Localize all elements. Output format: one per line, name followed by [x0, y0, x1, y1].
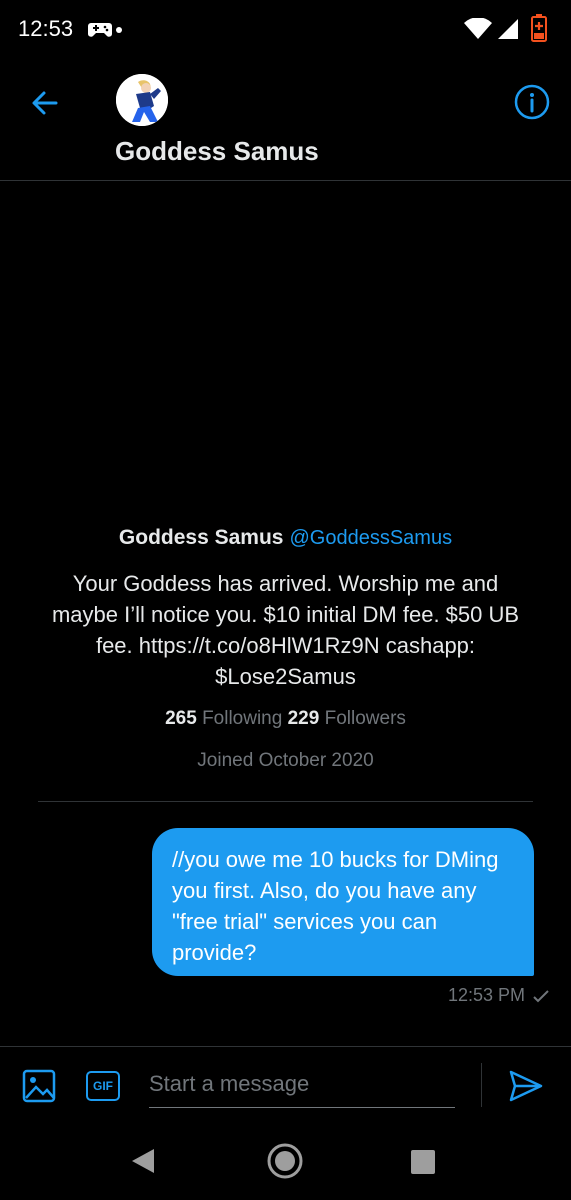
message-input[interactable] — [149, 1061, 455, 1108]
info-button[interactable] — [514, 84, 550, 120]
divider — [38, 801, 533, 802]
joined-date: Joined October 2020 — [197, 750, 374, 771]
nav-recents-button[interactable] — [410, 1149, 436, 1180]
conversation-header: Goddess Samus — [0, 62, 571, 181]
sent-check-icon — [533, 989, 549, 1002]
square-recents-icon — [411, 1150, 435, 1174]
profile-name-row: Goddess Samus @GoddessSamus — [0, 526, 571, 550]
gamepad-icon — [88, 20, 112, 38]
system-nav-bar — [0, 1122, 571, 1200]
home-circle-icon — [267, 1143, 303, 1179]
profile-handle[interactable]: @GoddessSamus — [289, 527, 452, 549]
profile-name: Goddess Samus — [118, 526, 284, 549]
image-button[interactable] — [22, 1069, 56, 1103]
nav-home-button[interactable] — [266, 1142, 304, 1185]
notification-dot-icon — [116, 27, 122, 33]
triangle-back-icon — [132, 1149, 154, 1173]
arrow-left-icon — [32, 91, 58, 115]
message-composer: GIF — [0, 1046, 571, 1123]
following-count[interactable]: 265 — [165, 708, 197, 729]
contact-name: Goddess Samus — [115, 136, 319, 166]
message-time: 12:53 PM — [447, 985, 525, 1005]
send-icon — [509, 1070, 543, 1102]
image-icon — [22, 1069, 56, 1103]
signal-icon — [497, 18, 519, 45]
sent-message-bubble[interactable]: //you owe me 10 bucks for DMing you firs… — [152, 828, 534, 976]
gif-button[interactable]: GIF — [86, 1071, 120, 1101]
message-meta: 12:53 PM — [448, 985, 549, 1006]
avatar[interactable] — [116, 74, 168, 126]
info-icon — [514, 84, 550, 120]
nav-back-button[interactable] — [130, 1148, 156, 1179]
battery-icon — [530, 14, 548, 47]
profile-bio: Your Goddess has arrived. Worship me and… — [51, 571, 520, 689]
followers-count[interactable]: 229 — [288, 708, 320, 729]
profile-stats: 265 Following 229 Followers — [0, 708, 571, 730]
following-label[interactable]: Following — [202, 708, 282, 729]
send-button[interactable] — [508, 1069, 544, 1103]
followers-label[interactable]: Followers — [325, 708, 406, 729]
wifi-icon — [464, 17, 492, 45]
composer-separator — [481, 1063, 482, 1107]
status-bar: 12:53 — [0, 0, 571, 60]
back-button[interactable] — [28, 86, 62, 120]
avatar-image — [116, 74, 168, 126]
status-time: 12:53 — [18, 16, 74, 41]
